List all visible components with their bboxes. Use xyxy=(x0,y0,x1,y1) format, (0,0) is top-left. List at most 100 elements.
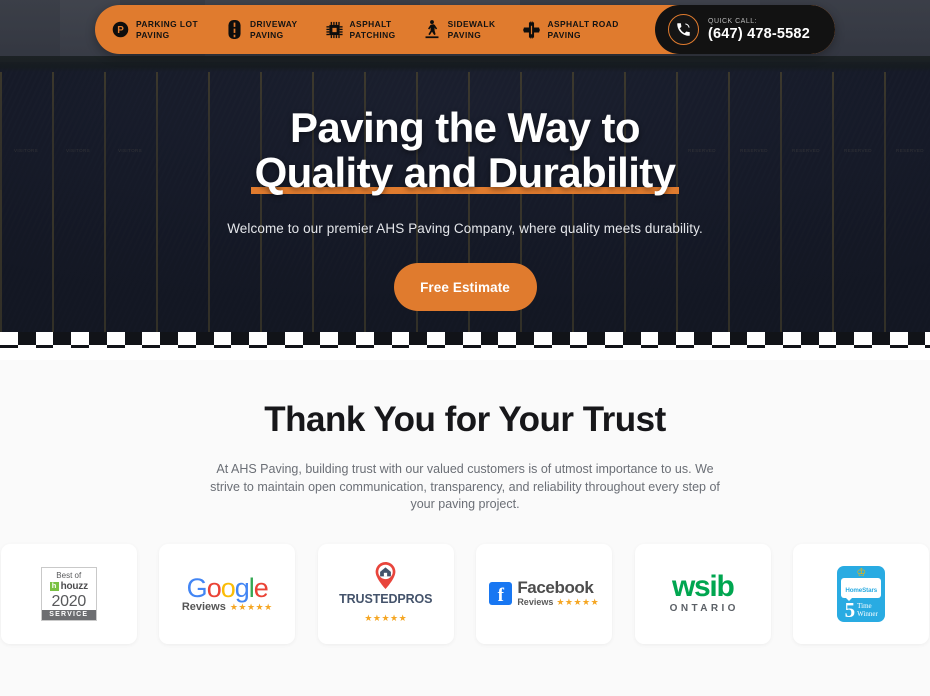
checker-cell xyxy=(17,332,36,345)
checker-cell xyxy=(195,332,214,345)
checker-cell xyxy=(213,332,232,345)
checker-cell xyxy=(925,332,930,345)
checker-cell xyxy=(658,332,677,345)
checker-cell xyxy=(729,332,748,345)
houzz-year: 2020 xyxy=(51,592,87,610)
checker-cell xyxy=(640,345,659,348)
checker-cell xyxy=(284,332,303,345)
checker-cell xyxy=(53,332,72,345)
checker-cell xyxy=(551,345,570,348)
checker-cell xyxy=(676,345,695,348)
free-estimate-button[interactable]: Free Estimate xyxy=(393,263,537,311)
checker-cell xyxy=(783,345,801,348)
checker-cell xyxy=(854,345,873,348)
checker-cell xyxy=(872,345,890,348)
facebook-wordmark: Facebook xyxy=(517,578,594,598)
star-rating: ★★★★★ xyxy=(229,601,273,612)
checker-cell xyxy=(391,345,410,348)
checker-cell xyxy=(106,345,125,348)
checker-cell xyxy=(676,332,695,345)
checker-cell xyxy=(71,345,89,348)
trustedpros-badge: TRUSTEDPROS ★★★★★ xyxy=(339,561,433,626)
checker-cell xyxy=(533,345,552,348)
checker-cell xyxy=(658,345,677,348)
nav-item-driveway[interactable]: DRIVEWAY PAVING xyxy=(226,19,312,40)
checker-cell xyxy=(765,332,784,345)
checker-cell xyxy=(409,345,428,348)
checker-cell xyxy=(480,345,499,348)
checker-cell xyxy=(694,345,712,348)
parking-circle-icon: P xyxy=(112,20,129,39)
road-cross-icon xyxy=(523,20,541,39)
checker-cell xyxy=(17,345,36,348)
checker-cell xyxy=(498,332,517,345)
phone-icon xyxy=(668,14,699,45)
trust-badge-card[interactable]: wsib ONTARIO xyxy=(634,543,771,644)
trustedpros-pin-icon xyxy=(374,561,397,589)
checker-cell xyxy=(160,345,178,348)
checker-cell xyxy=(907,332,926,345)
crown-icon: ♔ xyxy=(856,566,867,579)
nav-item-sidewalk[interactable]: SIDEWALK PAVING xyxy=(424,19,510,40)
checker-cell xyxy=(0,332,18,345)
checker-cell xyxy=(0,345,18,348)
quick-call-block[interactable]: QUICK CALL: (647) 478-5582 xyxy=(655,5,835,54)
checker-cell xyxy=(587,332,606,345)
checker-cell xyxy=(373,332,392,345)
houzz-h-icon: h xyxy=(49,581,59,591)
nav-item-parking-lot[interactable]: P PARKING LOT PAVING xyxy=(112,19,212,40)
checker-cell xyxy=(462,345,481,348)
checker-cell xyxy=(747,332,766,345)
checker-cell xyxy=(925,345,930,348)
asphalt-patch-icon xyxy=(325,20,343,39)
checker-cell xyxy=(569,345,588,348)
trust-badge-card[interactable]: f Facebook Reviews ★★★★★ xyxy=(476,543,613,644)
homestars-caption: Time Winner xyxy=(857,601,878,618)
checker-cell xyxy=(88,345,107,348)
checker-cell xyxy=(765,345,784,348)
checker-cell xyxy=(800,332,819,345)
trust-badge-card[interactable]: TRUSTEDPROS ★★★★★ xyxy=(317,543,454,644)
checker-row-bottom xyxy=(0,345,930,348)
checker-cell xyxy=(320,332,339,345)
trust-badge-card[interactable]: ♔ HomeStars 5 Time Winner xyxy=(793,543,930,644)
nav-item-label: PARKING LOT PAVING xyxy=(136,19,199,40)
checker-cell xyxy=(605,332,623,345)
trust-badge-card[interactable]: Best of h houzz 2020 SERVICE xyxy=(0,543,137,644)
homestars-count: 5 xyxy=(844,597,856,622)
houzz-wordmark: houzz xyxy=(60,580,89,592)
checker-cell xyxy=(516,332,534,345)
checker-cell xyxy=(907,345,926,348)
quick-call-phone[interactable]: (647) 478-5582 xyxy=(708,26,810,42)
checker-cell xyxy=(338,332,356,345)
hero-section: VISITORSVISITORSVISITORSRESERVEDRESERVED… xyxy=(0,0,930,348)
nav-item-asphalt-road[interactable]: ASPHALT ROAD PAVING xyxy=(523,19,632,40)
checker-cell xyxy=(516,345,534,348)
checker-cell xyxy=(783,332,801,345)
checker-cell xyxy=(302,345,321,348)
checker-cell xyxy=(249,345,267,348)
checker-cell xyxy=(266,345,285,348)
trust-heading: Thank You for Your Trust xyxy=(264,400,666,439)
checker-cell xyxy=(622,345,641,348)
checker-cell xyxy=(498,345,517,348)
checker-cell xyxy=(53,345,72,348)
trust-badge-card[interactable]: Google Reviews ★★★★★ xyxy=(159,543,296,644)
checker-cell xyxy=(462,332,481,345)
nav-item-label: ASPHALT ROAD PAVING xyxy=(547,19,619,40)
driveway-icon xyxy=(226,20,243,39)
checker-cell xyxy=(213,345,232,348)
checker-cell xyxy=(373,345,392,348)
nav-item-asphalt[interactable]: ASPHALT PATCHING xyxy=(325,19,410,40)
checker-cell xyxy=(889,345,908,348)
svg-text:P: P xyxy=(117,25,124,36)
checker-cell xyxy=(124,345,143,348)
checker-cell xyxy=(711,332,730,345)
wsib-wordmark: wsib xyxy=(672,570,735,603)
page-title: Paving the Way to Quality and Durability xyxy=(250,105,680,195)
checker-cell xyxy=(818,345,837,348)
nav-item-label: DRIVEWAY PAVING xyxy=(250,19,298,40)
facebook-reviews-badge: f Facebook Reviews ★★★★★ xyxy=(489,579,599,607)
checker-cell xyxy=(124,332,143,345)
checker-cell xyxy=(320,345,339,348)
